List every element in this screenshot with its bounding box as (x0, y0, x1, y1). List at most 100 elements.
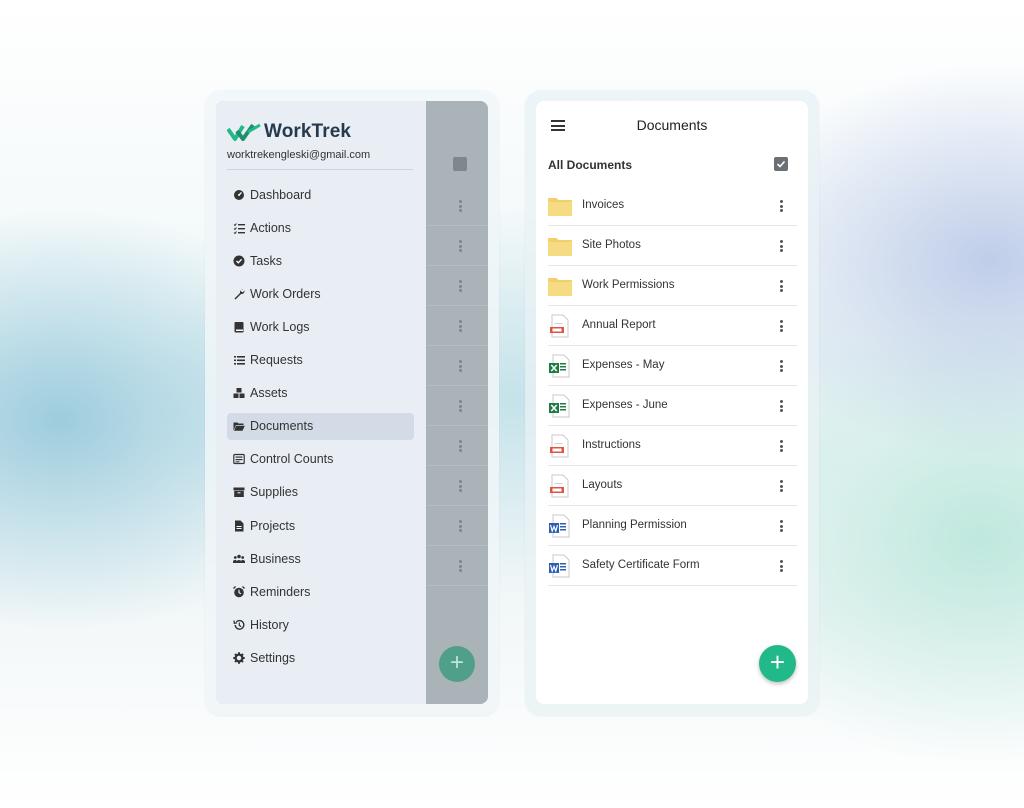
sidebar-item-label: Reminders (250, 584, 311, 599)
document-name: Instructions (582, 439, 641, 451)
document-row[interactable]: Safety Certificate Form (548, 546, 797, 586)
more-vert-icon[interactable] (780, 400, 783, 414)
word-icon (548, 514, 572, 538)
sidebar-item-assets[interactable]: Assets (227, 380, 414, 407)
sidebar-item-control-counts[interactable]: Control Counts (227, 446, 414, 473)
folder-open-icon (233, 420, 245, 432)
book-icon (233, 321, 245, 333)
document-row[interactable]: Invoices (548, 186, 797, 226)
add-document-button[interactable]: + (759, 645, 796, 682)
sidebar-item-label: Control Counts (250, 452, 334, 467)
sidebar-item-projects[interactable]: Projects (227, 512, 414, 539)
more-vert-icon (459, 480, 462, 494)
scrim-row (426, 266, 488, 306)
pdf-icon (548, 474, 572, 498)
sidebar-item-work-orders[interactable]: Work Orders (227, 280, 414, 307)
more-vert-icon[interactable] (780, 440, 783, 454)
documents-screen: Documents All Documents Invoices Site Pho… (536, 101, 808, 704)
sidebar-item-label: Settings (250, 650, 296, 665)
more-vert-icon (459, 280, 462, 294)
more-vert-icon (459, 200, 462, 214)
scrim-checkbox (453, 157, 467, 171)
document-name: Expenses - June (582, 399, 668, 411)
more-vert-icon[interactable] (780, 560, 783, 574)
sidebar-item-label: Requests (250, 353, 303, 367)
user-email: worktrekengleski@gmail.com (227, 149, 371, 161)
document-row[interactable]: Expenses - May (548, 346, 797, 386)
document-row[interactable]: Layouts (548, 466, 797, 506)
drawer-scrim[interactable]: + (426, 101, 488, 704)
app-bar: Documents (536, 101, 808, 147)
document-row[interactable]: Work Permissions (548, 266, 797, 306)
folder-icon (548, 194, 572, 218)
checkmark-icon (776, 160, 786, 168)
sidebar-item-requests[interactable]: Requests (227, 347, 414, 374)
sidebar-item-dashboard[interactable]: Dashboard (227, 181, 414, 208)
sidebar-item-label: Projects (250, 518, 296, 533)
sidebar-item-actions[interactable]: Actions (227, 214, 414, 241)
document-name: Invoices (582, 199, 625, 211)
sidebar-item-history[interactable]: History (227, 611, 414, 638)
wrench-icon (233, 288, 245, 300)
scrim-row (426, 426, 488, 466)
sidebar-item-label: Actions (250, 220, 291, 235)
scrim-add-button: + (439, 646, 475, 682)
sidebar-item-documents[interactable]: Documents (227, 412, 414, 440)
file-icon (233, 520, 245, 532)
document-name: Site Photos (582, 239, 641, 251)
drawer-divider (227, 169, 413, 170)
select-all-checkbox[interactable] (774, 157, 788, 171)
sidebar-item-reminders[interactable]: Reminders (227, 578, 414, 605)
more-vert-icon[interactable] (780, 280, 783, 294)
scrim-row (426, 546, 488, 586)
sidebar-item-work-logs[interactable]: Work Logs (227, 313, 414, 340)
more-vert-icon[interactable] (780, 320, 783, 334)
more-vert-icon (459, 400, 462, 414)
brand-name: WorkTrek (264, 121, 352, 142)
drawer-screen: + WorkTrek worktrekengleski@gmail.com Da… (216, 101, 488, 704)
phone-frame-documents: Documents All Documents Invoices Site Pho… (525, 90, 819, 715)
list-icon (233, 354, 245, 366)
sidebar-item-settings[interactable]: Settings (227, 644, 414, 671)
sidebar-item-business[interactable]: Business (227, 545, 414, 572)
gear-icon (233, 652, 245, 664)
document-row[interactable]: Annual Report (548, 306, 797, 346)
pdf-icon (548, 314, 572, 338)
document-name: Work Permissions (582, 279, 675, 291)
more-vert-icon[interactable] (780, 520, 783, 534)
sidebar-item-tasks[interactable]: Tasks (227, 247, 414, 274)
document-name: Expenses - May (582, 359, 665, 371)
sidebar-item-label: Work Logs (250, 319, 310, 334)
excel-icon (548, 354, 572, 378)
excel-icon (548, 394, 572, 418)
sidebar-item-supplies[interactable]: Supplies (227, 479, 414, 506)
document-row[interactable]: Site Photos (548, 226, 797, 266)
word-icon (548, 554, 572, 578)
tasks-icon (233, 255, 245, 267)
scrim-row (426, 186, 488, 226)
sidebar-item-label: Dashboard (250, 187, 312, 202)
folder-icon (548, 274, 572, 298)
history-icon (233, 619, 245, 631)
counter-icon (233, 453, 245, 465)
more-vert-icon[interactable] (780, 240, 783, 254)
scrim-row (426, 226, 488, 266)
more-vert-icon[interactable] (780, 360, 783, 374)
folder-icon (548, 234, 572, 258)
sidebar-item-label: Assets (250, 386, 288, 401)
assets-icon (233, 387, 245, 399)
more-vert-icon (459, 440, 462, 454)
more-vert-icon[interactable] (780, 200, 783, 214)
scrim-row (426, 346, 488, 386)
more-vert-icon (459, 360, 462, 374)
navigation-drawer: WorkTrek worktrekengleski@gmail.com Dash… (216, 101, 426, 704)
people-icon (233, 553, 245, 565)
document-row[interactable]: Instructions (548, 426, 797, 466)
document-name: Planning Permission (582, 519, 687, 531)
document-row[interactable]: Planning Permission (548, 506, 797, 546)
sidebar-item-label: History (250, 617, 289, 632)
more-vert-icon (459, 240, 462, 254)
more-vert-icon[interactable] (780, 480, 783, 494)
document-row[interactable]: Expenses - June (548, 386, 797, 426)
sidebar-item-label: Business (250, 551, 301, 566)
